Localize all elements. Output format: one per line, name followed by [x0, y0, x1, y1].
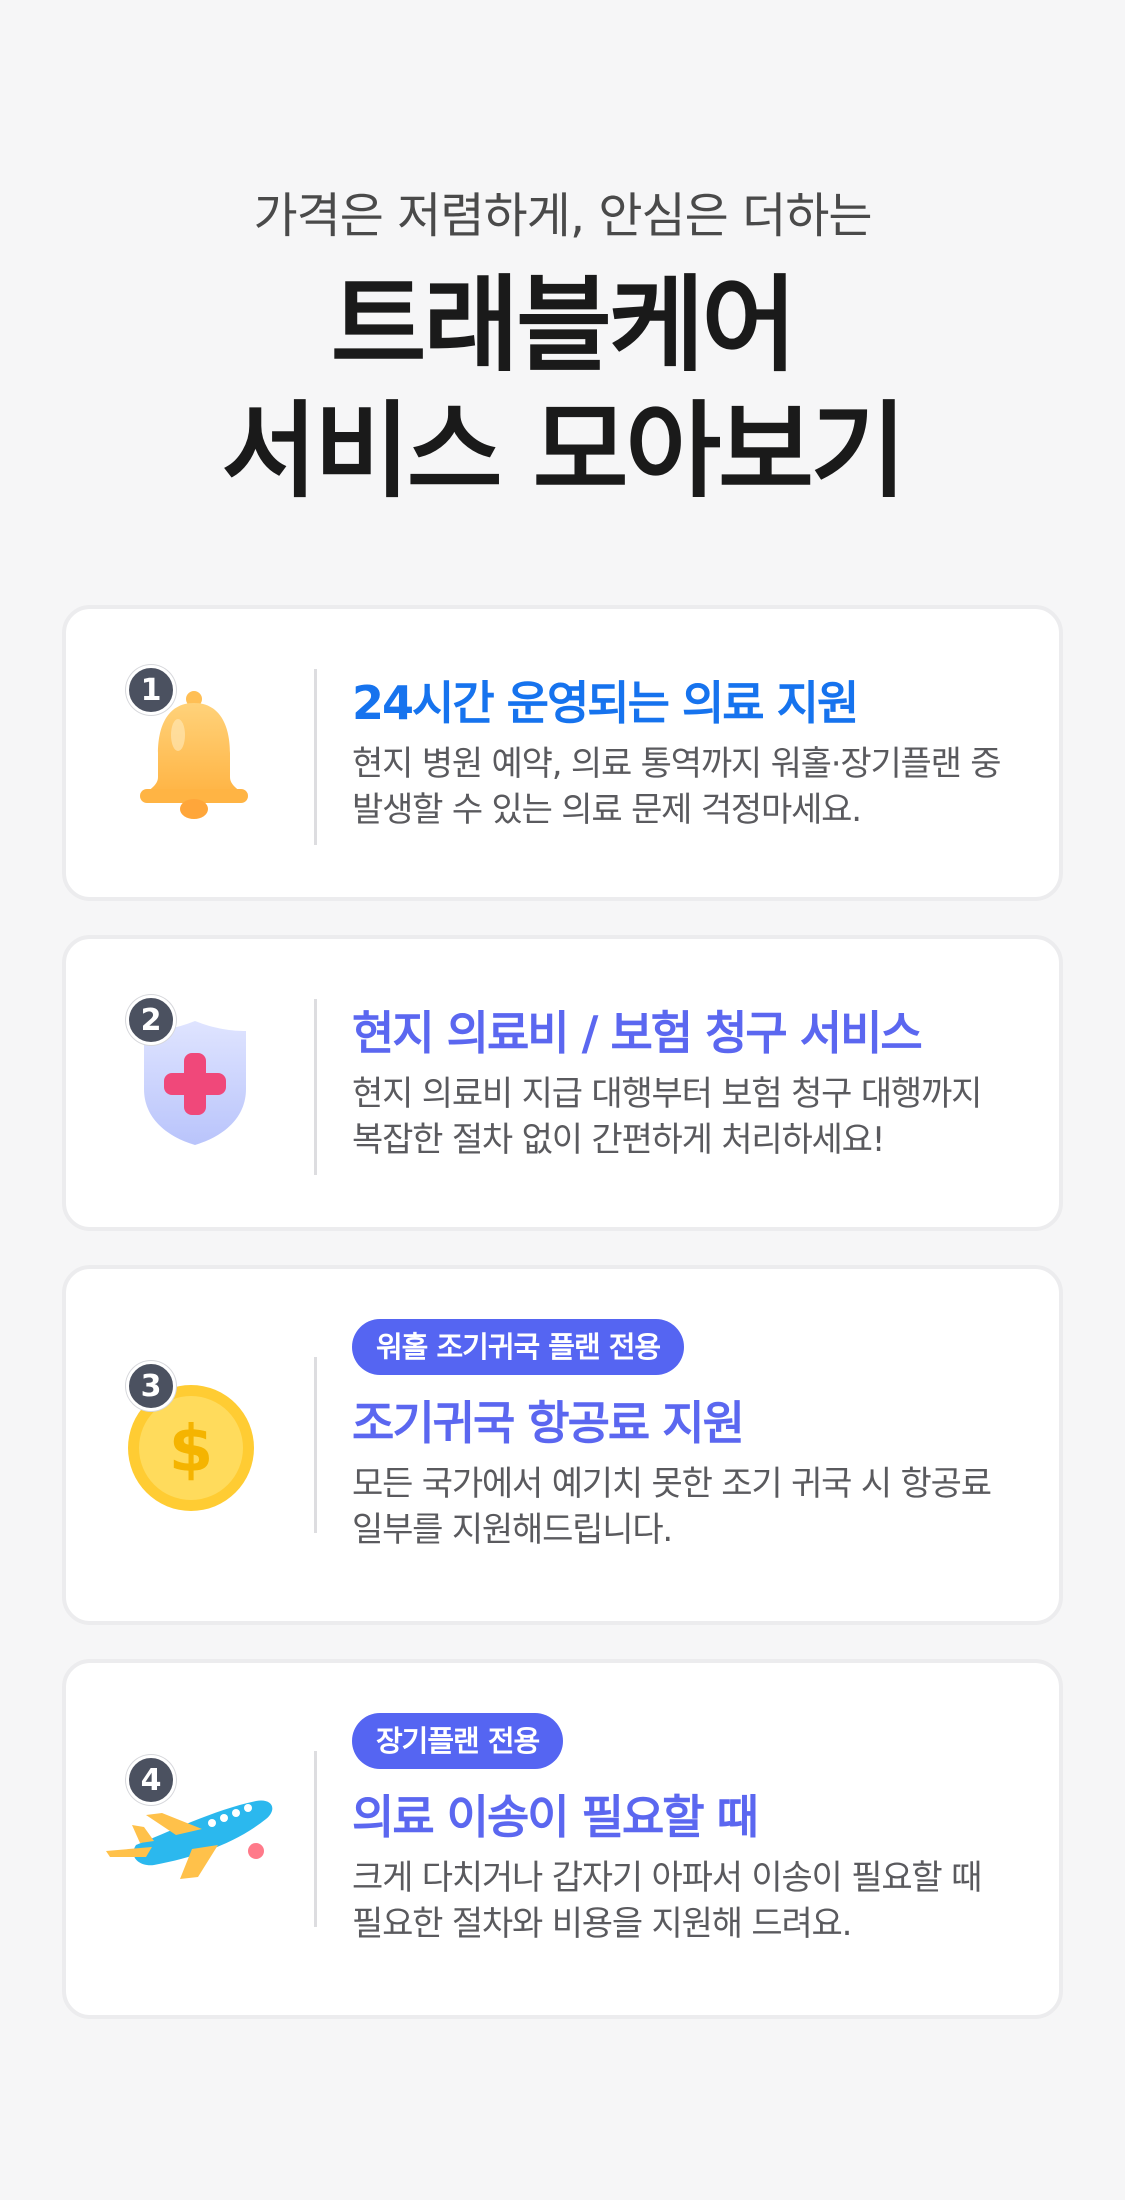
- service-card-early-return[interactable]: 3 $ 워홀 조기귀국 플랜 전용 조기귀국 항공료 지원 모든 국가에서 예기…: [62, 1265, 1063, 1625]
- page-subtitle: 가격은 저렴하게, 안심은 더하는: [253, 188, 872, 244]
- step-number-badge: 2: [126, 995, 176, 1045]
- card-description-line: 필요한 절차와 비용을 지원해 드려요.: [352, 1904, 852, 1944]
- card-description-line: 현지 병원 예약, 의료 통역까지 워홀·장기플랜 중: [352, 744, 1002, 784]
- card-text: 24시간 운영되는 의료 지원 현지 병원 예약, 의료 통역까지 워홀·장기플…: [352, 673, 1019, 833]
- card-description: 현지 의료비 지급 대행부터 보험 청구 대행까지 복잡한 절차 없이 간편하게…: [352, 1071, 1019, 1163]
- service-card-medical-support[interactable]: 1 24시간 운영되는 의료 지원 현지 병원 예약, 의료 통역까지 워홀·장…: [62, 605, 1063, 901]
- card-text: 장기플랜 전용 의료 이송이 필요할 때 크게 다치거나 갑자기 아파서 이송이…: [352, 1713, 1019, 1947]
- card-divider: [314, 1357, 317, 1533]
- step-number-badge: 3: [126, 1361, 176, 1411]
- svg-text:$: $: [169, 1413, 214, 1487]
- step-number-badge: 1: [126, 665, 176, 715]
- card-description-line: 일부를 지원해드립니다.: [352, 1510, 673, 1550]
- card-divider: [314, 999, 317, 1175]
- card-divider: [314, 669, 317, 845]
- card-description-line: 크게 다치거나 갑자기 아파서 이송이 필요할 때: [352, 1858, 982, 1898]
- card-description-line: 발생할 수 있는 의료 문제 걱정마세요.: [352, 790, 862, 830]
- airplane-icon: [106, 1793, 278, 1887]
- step-number-badge: 4: [126, 1755, 176, 1805]
- card-description-line: 현지 의료비 지급 대행부터 보험 청구 대행까지: [352, 1074, 982, 1114]
- card-description: 현지 병원 예약, 의료 통역까지 워홀·장기플랜 중 발생할 수 있는 의료 …: [352, 741, 1019, 833]
- card-text: 현지 의료비 / 보험 청구 서비스 현지 의료비 지급 대행부터 보험 청구 …: [352, 1003, 1019, 1163]
- card-title: 현지 의료비 / 보험 청구 서비스: [352, 1006, 923, 1060]
- page-title-line-1: 트래블케어: [330, 264, 797, 386]
- plan-badge: 장기플랜 전용: [352, 1713, 564, 1769]
- card-text: 워홀 조기귀국 플랜 전용 조기귀국 항공료 지원 모든 국가에서 예기치 못한…: [352, 1319, 1019, 1553]
- card-description-line: 모든 국가에서 예기치 못한 조기 귀국 시 항공료: [352, 1464, 992, 1504]
- card-title: 의료 이송이 필요할 때: [352, 1790, 759, 1844]
- plan-badge: 워홀 조기귀국 플랜 전용: [352, 1319, 685, 1375]
- card-description-line: 복잡한 절차 없이 간편하게 처리하세요!: [352, 1120, 885, 1160]
- card-divider: [314, 1751, 317, 1927]
- card-description: 모든 국가에서 예기치 못한 조기 귀국 시 항공료 일부를 지원해드립니다.: [352, 1461, 1019, 1553]
- card-description: 크게 다치거나 갑자기 아파서 이송이 필요할 때 필요한 절차와 비용을 지원…: [352, 1855, 1019, 1947]
- service-card-insurance-claim[interactable]: 2 현지 의료비 / 보험 청구 서비스 현지 의료비 지급 대행부터 보험 청…: [62, 935, 1063, 1231]
- page-title: 트래블케어 서비스 모아보기: [0, 262, 1125, 514]
- card-title: 24시간 운영되는 의료 지원: [352, 676, 859, 730]
- service-card-medical-transport[interactable]: 4 장기플랜 전용 의료 이송이 필요할 때 크게 다치거나 갑자기 아파서 이…: [62, 1659, 1063, 2019]
- page-title-line-2: 서비스 모아보기: [221, 390, 907, 512]
- card-title: 조기귀국 항공료 지원: [352, 1396, 745, 1450]
